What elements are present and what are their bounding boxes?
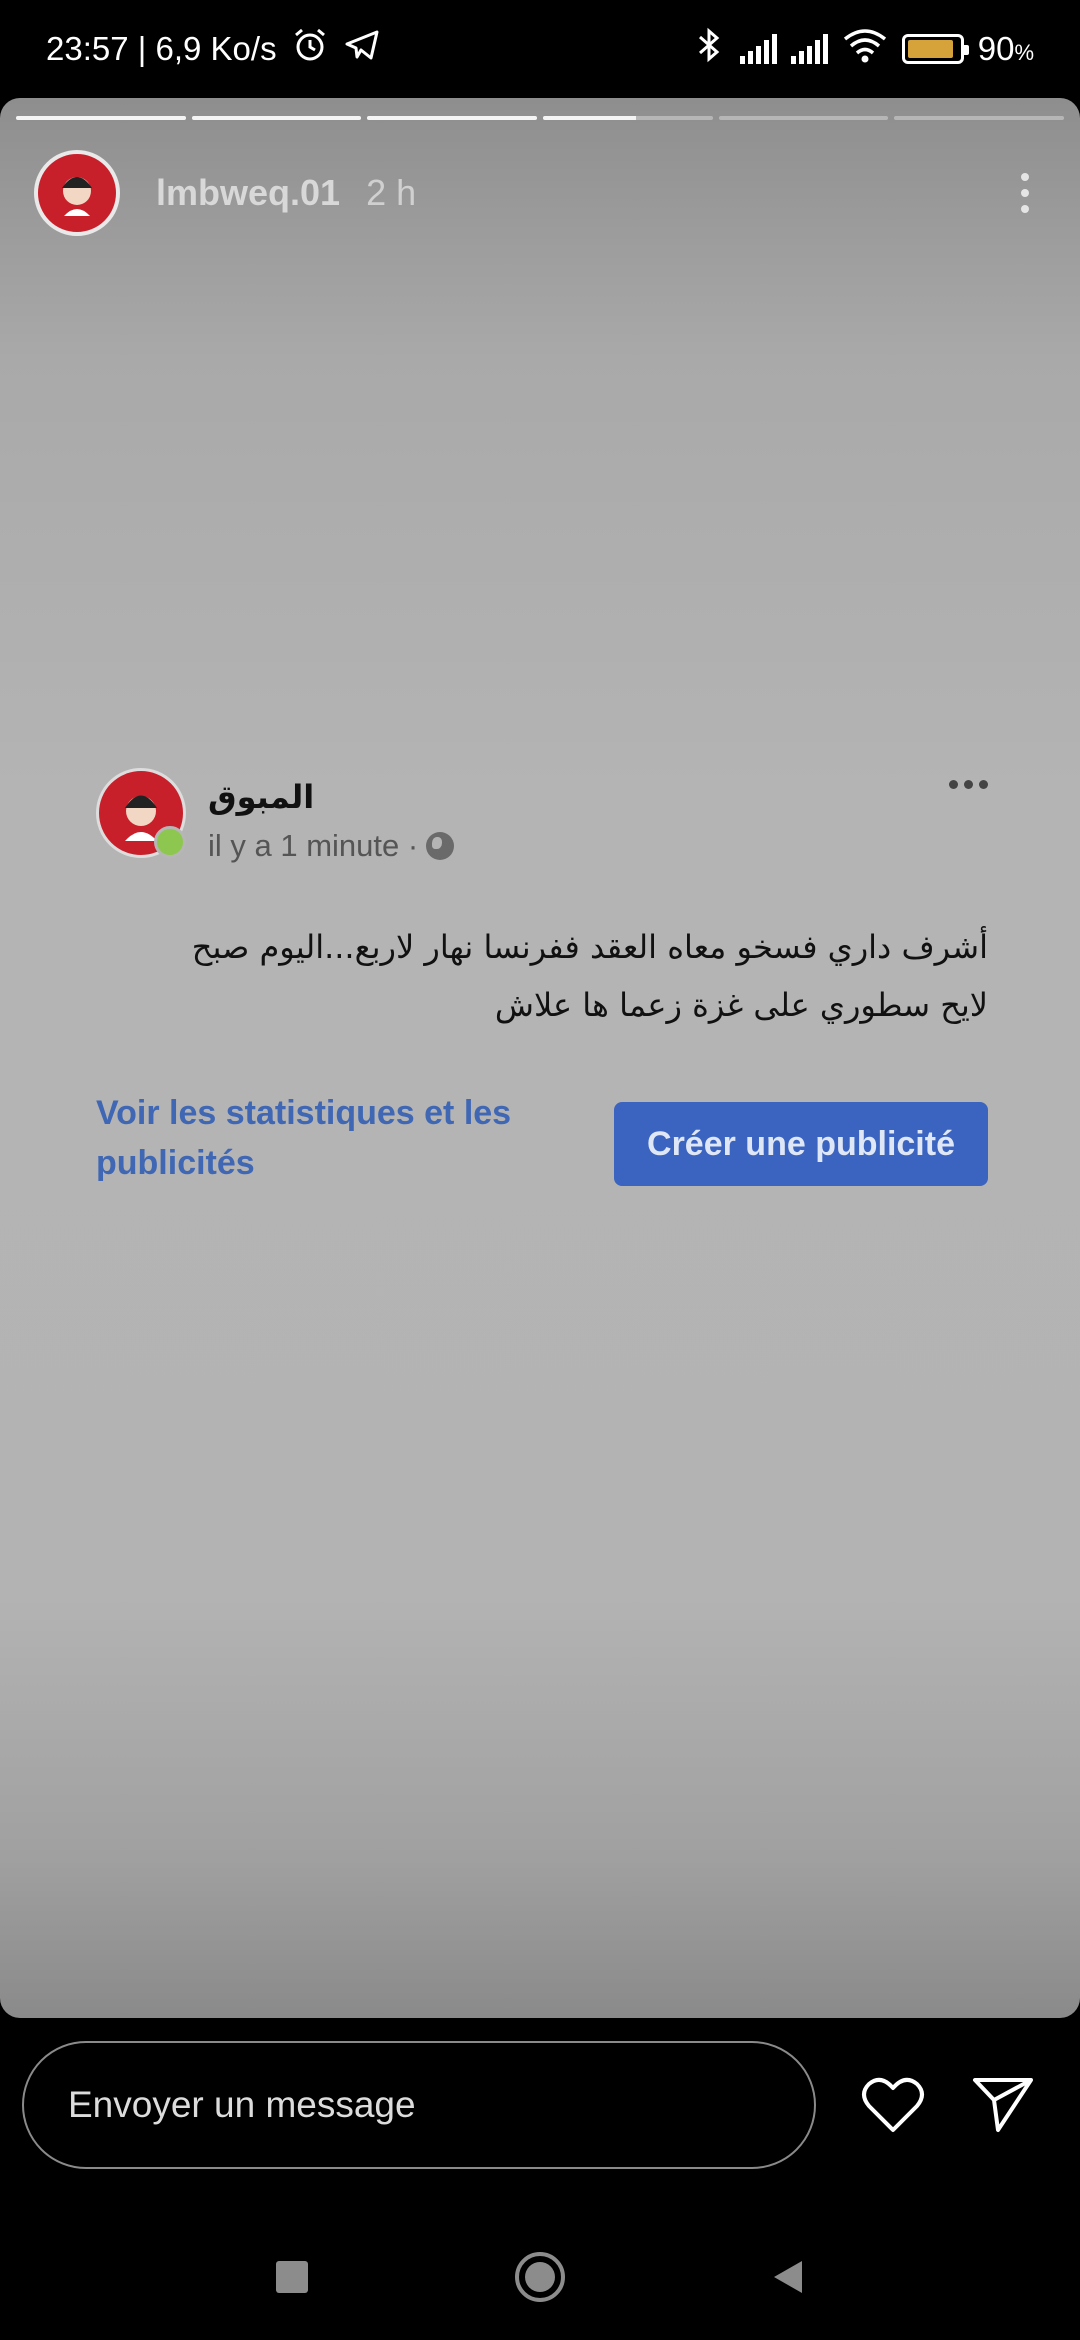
post-text-line: لايح سطوري على غزة زعما ها علاش bbox=[494, 986, 988, 1024]
globe-icon bbox=[426, 832, 455, 860]
post-text: أشرف داري فسخو معاه العقد ففرنسا نهار لا… bbox=[96, 918, 988, 1034]
story-progress-segment bbox=[191, 116, 362, 120]
story-time: 2 h bbox=[366, 172, 417, 213]
story-progress-fill bbox=[367, 116, 538, 120]
alarm-icon bbox=[291, 26, 329, 72]
home-button[interactable] bbox=[500, 2242, 580, 2312]
home-circle-icon bbox=[515, 2252, 565, 2302]
status-right: 90% bbox=[692, 26, 1034, 72]
story-progress-fill bbox=[543, 116, 637, 120]
battery-percent: 90% bbox=[977, 30, 1034, 67]
recent-apps-button[interactable] bbox=[252, 2242, 332, 2312]
story-viewer[interactable]: lmbweq.01 2 h المبوق il y a 1 minute · أ… bbox=[0, 98, 1080, 2018]
status-bar: 23:57 | 6,9 Ko/s 90% bbox=[0, 0, 1080, 98]
signal-icon bbox=[739, 34, 777, 64]
post-timestamp: il y a 1 minute · bbox=[208, 828, 419, 863]
reply-bar bbox=[0, 2030, 1080, 2180]
post-more-icon[interactable] bbox=[949, 780, 988, 789]
battery-icon bbox=[901, 34, 969, 64]
post-actions: Voir les statistiques et les publicités … bbox=[96, 1084, 988, 1204]
story-progress-segment bbox=[894, 116, 1065, 120]
post-meta: il y a 1 minute · bbox=[208, 828, 455, 864]
view-stats-link[interactable]: Voir les statistiques et les publicités bbox=[96, 1088, 566, 1188]
story-avatar[interactable] bbox=[34, 150, 120, 236]
back-button[interactable] bbox=[748, 2242, 828, 2312]
story-progress-fill bbox=[191, 116, 362, 120]
square-icon bbox=[276, 2261, 308, 2293]
heart-icon[interactable] bbox=[858, 2070, 928, 2140]
bluetooth-icon bbox=[692, 26, 726, 72]
post-header: المبوق il y a 1 minute · bbox=[96, 768, 988, 878]
wifi-icon bbox=[842, 27, 888, 71]
send-icon[interactable] bbox=[968, 2070, 1038, 2140]
back-triangle-icon bbox=[774, 2261, 802, 2293]
story-progress-segment bbox=[718, 116, 889, 120]
story-progress-segment bbox=[16, 116, 186, 120]
verified-badge bbox=[154, 826, 186, 858]
create-ad-button[interactable]: Créer une publicité bbox=[614, 1102, 988, 1186]
status-time-speed: 23:57 | 6,9 Ko/s bbox=[46, 30, 277, 67]
status-left: 23:57 | 6,9 Ko/s bbox=[46, 26, 381, 72]
battery-percent-value: 90 bbox=[977, 30, 1015, 67]
more-options-icon[interactable] bbox=[1010, 173, 1040, 213]
telegram-icon bbox=[343, 26, 381, 72]
story-progress bbox=[16, 116, 1065, 120]
system-nav-bar bbox=[0, 2220, 1080, 2340]
message-input[interactable] bbox=[22, 2041, 816, 2169]
story-progress-segment bbox=[543, 116, 713, 120]
story-username[interactable]: lmbweq.01 bbox=[156, 172, 340, 214]
signal-icon bbox=[790, 34, 828, 64]
story-header: lmbweq.01 2 h bbox=[34, 148, 1040, 238]
shared-post[interactable]: المبوق il y a 1 minute · أشرف داري فسخو … bbox=[96, 768, 988, 1204]
post-author: المبوق bbox=[208, 778, 315, 816]
battery-fill bbox=[907, 40, 953, 58]
story-progress-fill bbox=[16, 116, 186, 120]
story-progress-segment bbox=[367, 116, 538, 120]
post-text-line: أشرف داري فسخو معاه العقد ففرنسا نهار لا… bbox=[191, 928, 988, 966]
